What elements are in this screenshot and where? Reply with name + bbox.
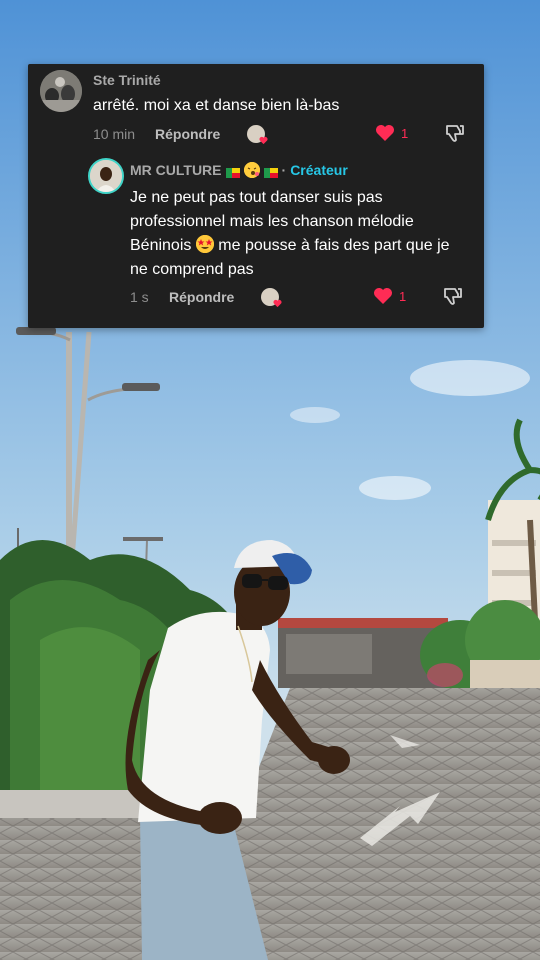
creator-badge: Créateur	[290, 162, 348, 178]
dislike-icon[interactable]	[442, 285, 464, 307]
star-eyes-emoji-icon	[195, 235, 214, 253]
commenter-username[interactable]: Ste Trinité	[93, 72, 161, 88]
comment-text: arrêté. moi xa et danse bien là-bas	[93, 97, 340, 114]
comment-time: 10 min	[93, 126, 136, 142]
comment-time: 1 s	[130, 289, 149, 305]
flag-icon	[225, 165, 240, 178]
reply-button[interactable]: Répondre	[169, 289, 234, 305]
comment-card: Ste Trinité arrêté. moi xa et danse bien…	[28, 64, 484, 328]
heart-icon	[273, 299, 282, 308]
heart-icon[interactable]	[373, 287, 393, 305]
creator-comment-text: Je ne peut pas tout danser suis pas prof…	[130, 186, 470, 282]
emoji-icon	[243, 162, 260, 178]
separator-dot: ·	[281, 162, 287, 178]
like-count: 1	[401, 126, 409, 141]
like-count: 1	[399, 289, 407, 304]
creator-avatar[interactable]	[88, 158, 124, 194]
creator-header: MR CULTURE · Créateur	[130, 162, 348, 178]
dislike-icon[interactable]	[444, 122, 466, 144]
reply-button[interactable]: Répondre	[155, 126, 220, 142]
heart-icon[interactable]	[375, 124, 395, 142]
liker-avatar	[261, 288, 282, 308]
liker-avatar	[247, 125, 268, 145]
flag-icon	[263, 165, 278, 178]
creator-username[interactable]: MR CULTURE	[130, 162, 222, 178]
commenter-avatar[interactable]	[40, 70, 82, 112]
heart-icon	[259, 136, 268, 145]
